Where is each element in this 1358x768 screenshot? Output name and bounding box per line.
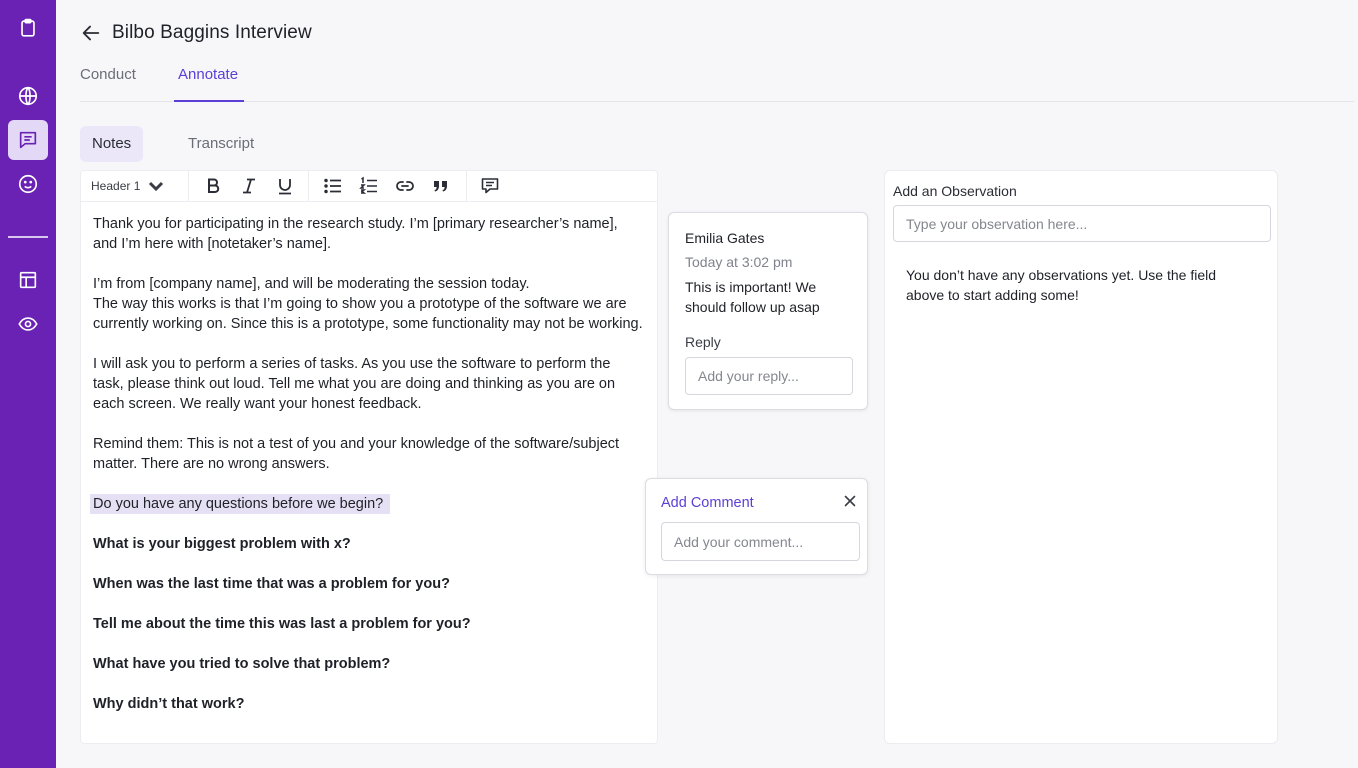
add-comment-button[interactable]: [479, 175, 501, 197]
sidebar-item-interviews[interactable]: [8, 8, 48, 48]
observation-input[interactable]: [893, 205, 1271, 242]
page-header: Bilbo Baggins Interview: [80, 18, 312, 48]
page-title: Bilbo Baggins Interview: [112, 22, 312, 43]
question: Why didn’t that work?: [93, 696, 245, 712]
italic-icon: [243, 178, 255, 194]
chevron-down-icon: [149, 181, 164, 192]
highlighted-text[interactable]: Do you have any questions before we begi…: [90, 494, 391, 514]
comment-icon: [481, 178, 499, 194]
paragraph: The way this works is that I’m going to …: [93, 296, 643, 332]
toolbar-divider: [466, 171, 467, 202]
eye-icon: [18, 317, 38, 331]
add-comment-popover: Add Comment: [645, 478, 868, 575]
tab-annotate[interactable]: Annotate: [178, 66, 238, 83]
question: What have you tried to solve that proble…: [93, 656, 391, 672]
reply-input[interactable]: [685, 357, 853, 395]
observation-label: Add an Observation: [893, 183, 1017, 199]
close-icon[interactable]: [842, 493, 858, 509]
italic-button[interactable]: [238, 175, 260, 197]
reply-label: Reply: [685, 334, 721, 350]
smiley-icon: [18, 174, 38, 194]
question: Tell me about the time this was last a p…: [93, 616, 471, 632]
link-button[interactable]: [394, 175, 416, 197]
paragraph: I will ask you to perform a series of ta…: [93, 356, 616, 412]
toolbar-divider: [308, 171, 309, 202]
clipboard-icon: [21, 18, 35, 37]
sidebar-item-board[interactable]: [8, 260, 48, 300]
question: What is your biggest problem with x?: [93, 536, 351, 552]
paragraph: Thank you for participating in the resea…: [93, 216, 618, 252]
heading-select[interactable]: Header 1: [91, 175, 166, 197]
sidebar-item-insights[interactable]: [8, 304, 48, 344]
sidebar-item-sentiment[interactable]: [8, 164, 48, 204]
numbered-list-icon: [359, 176, 377, 194]
main-tabs: Conduct Annotate: [80, 60, 1354, 102]
quote-button[interactable]: [430, 175, 452, 197]
layout-icon: [19, 271, 37, 289]
paragraph: I’m from [company name], and will be mod…: [93, 276, 530, 292]
tab-conduct[interactable]: Conduct: [80, 66, 136, 83]
paragraph: Remind them: This is not a test of you a…: [93, 436, 620, 472]
observations-panel: Add an Observation You don’t have any ob…: [884, 170, 1278, 744]
sidebar-divider: [8, 236, 48, 238]
tab-transcript[interactable]: Transcript: [176, 126, 266, 162]
question: When was the last time that was a proble…: [93, 576, 450, 592]
globe-icon: [18, 86, 38, 106]
editor-toolbar: Header 1: [81, 171, 657, 202]
comment-timestamp: Today at 3:02 pm: [685, 254, 793, 270]
comment-text: This is important! We should follow up a…: [685, 279, 820, 315]
underline-icon: [279, 179, 291, 195]
notes-editor: Header 1 Thank you for participating in …: [80, 170, 658, 744]
numbered-list-button[interactable]: [358, 175, 380, 197]
heading-select-value: Header 1: [91, 179, 141, 193]
sidebar: [0, 0, 56, 768]
add-comment-title: Add Comment: [661, 495, 754, 511]
chat-icon: [19, 131, 37, 149]
quote-icon: [434, 181, 447, 192]
comment-input[interactable]: [661, 522, 860, 561]
back-arrow-icon[interactable]: [80, 21, 104, 45]
toolbar-divider: [188, 171, 189, 202]
active-tab-indicator: [174, 100, 244, 102]
sidebar-item-global[interactable]: [8, 76, 48, 116]
comment-card: Emilia Gates Today at 3:02 pm This is im…: [668, 212, 868, 410]
tab-notes[interactable]: Notes: [80, 126, 144, 162]
bullet-list-icon: [324, 178, 341, 194]
sidebar-item-conversations[interactable]: [8, 120, 48, 160]
bold-button[interactable]: [202, 175, 224, 197]
bold-icon: [208, 178, 220, 193]
empty-state-text: You don’t have any observations yet. Use…: [906, 267, 1217, 303]
underline-button[interactable]: [274, 175, 296, 197]
bullet-list-button[interactable]: [322, 175, 344, 197]
editor-content[interactable]: Thank you for participating in the resea…: [81, 202, 657, 714]
link-icon: [396, 181, 414, 191]
comment-author: Emilia Gates: [685, 230, 765, 246]
